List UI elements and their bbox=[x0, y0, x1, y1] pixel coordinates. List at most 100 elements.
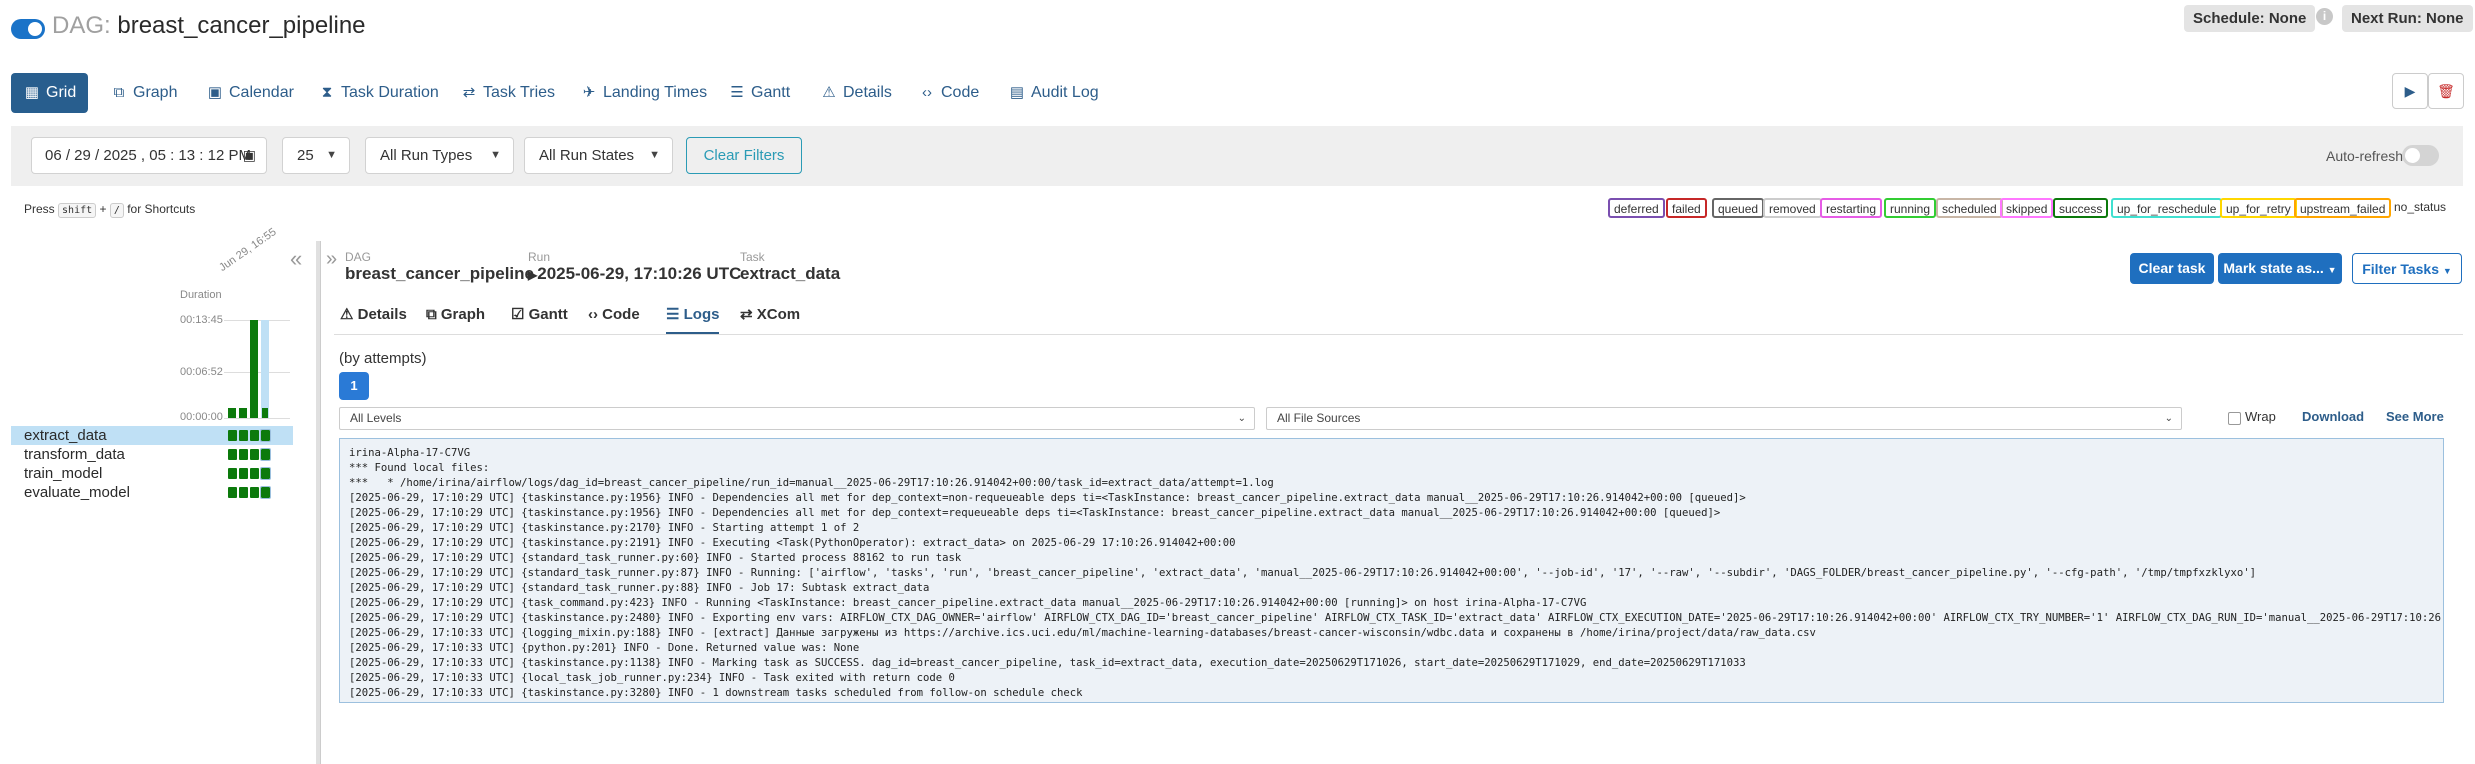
task-instance-cell[interactable] bbox=[260, 486, 271, 499]
legend-failed[interactable]: failed bbox=[1666, 198, 1707, 218]
task-tab-xcom[interactable]: ⇄ XCom bbox=[740, 302, 800, 332]
breadcrumb-task[interactable]: extract_data bbox=[740, 264, 840, 284]
tab-landing-times[interactable]: ✈ Landing Times bbox=[580, 73, 707, 113]
duration-bar[interactable] bbox=[228, 408, 236, 418]
task-instance-cell[interactable] bbox=[228, 468, 237, 479]
legend-running[interactable]: running bbox=[1884, 198, 1937, 218]
legend-queued[interactable]: queued bbox=[1712, 198, 1765, 218]
breadcrumb-dag[interactable]: breast_cancer_pipeline bbox=[345, 264, 534, 284]
task-tab-gantt[interactable]: ☑ Gantt bbox=[511, 302, 568, 332]
dag-pause-toggle[interactable] bbox=[11, 19, 45, 39]
legend-restarting[interactable]: restarting bbox=[1820, 198, 1883, 218]
task-instance-cell[interactable] bbox=[239, 468, 248, 479]
task-instance-cell[interactable] bbox=[228, 487, 237, 498]
tab-grid[interactable]: ▦ Grid bbox=[11, 73, 89, 113]
task-instance-cell[interactable] bbox=[260, 448, 271, 461]
duration-bar[interactable] bbox=[261, 320, 269, 418]
legend-removed[interactable]: removed bbox=[1763, 198, 1822, 218]
tab-task-duration[interactable]: ⧗ Task Duration bbox=[318, 73, 439, 113]
tab-calendar[interactable]: ▣ Calendar bbox=[206, 73, 294, 113]
log-source-select[interactable]: All File Sources ⌄ bbox=[1266, 407, 2182, 430]
grid-line bbox=[224, 418, 290, 419]
filter-tasks-button[interactable]: Filter Tasks ▼ bbox=[2352, 253, 2462, 284]
legend-up-for-reschedule[interactable]: up_for_reschedule bbox=[2111, 198, 2223, 218]
mark-state-button[interactable]: Mark state as... ▼ bbox=[2218, 253, 2342, 284]
expand-panel-icon[interactable]: » bbox=[326, 248, 337, 271]
auto-refresh-toggle[interactable] bbox=[2402, 145, 2439, 166]
legend-up-for-retry[interactable]: up_for_retry bbox=[2220, 198, 2297, 218]
mark-state-label: Mark state as... bbox=[2223, 260, 2324, 276]
tab-code[interactable]: ‹› Code bbox=[918, 73, 979, 113]
task-tab-graph[interactable]: ⧉ Graph bbox=[426, 302, 485, 332]
graph-icon: ⧉ bbox=[426, 306, 441, 323]
task-instance-cell[interactable] bbox=[239, 430, 248, 441]
log-line: [2025-06-29, 17:10:29 UTC] {task_command… bbox=[349, 597, 1587, 609]
task-instance-cell[interactable] bbox=[228, 430, 237, 441]
task-instance-cell[interactable] bbox=[228, 449, 237, 460]
task-instance-cell[interactable] bbox=[250, 449, 259, 460]
attempt-1-button[interactable]: 1 bbox=[339, 372, 369, 400]
info-icon[interactable]: i bbox=[2316, 8, 2333, 25]
collapse-details-icon[interactable]: « bbox=[290, 246, 302, 272]
retry-icon: ⇄ bbox=[462, 84, 476, 101]
legend-skipped[interactable]: skipped bbox=[2000, 198, 2054, 218]
log-level-select[interactable]: All Levels ⌄ bbox=[339, 407, 1255, 430]
task-instance-cell[interactable] bbox=[260, 467, 271, 480]
tab-label: Task Duration bbox=[341, 84, 439, 101]
run-types-select[interactable]: All Run Types ▼ bbox=[365, 137, 514, 174]
hourglass-icon: ⧗ bbox=[321, 84, 333, 101]
log-output[interactable]: irina-Alpha-17-C7VG *** Found local file… bbox=[339, 438, 2444, 703]
tab-details[interactable]: ⚠ Details bbox=[820, 73, 892, 113]
tab-graph[interactable]: ⧉ Graph bbox=[110, 73, 178, 113]
breadcrumb-run[interactable]: ▶2025-06-29, 17:10:26 UTC bbox=[528, 264, 741, 284]
task-instance-cell[interactable] bbox=[250, 487, 259, 498]
delete-dag-button[interactable]: 🗑 bbox=[2428, 73, 2464, 109]
log-line: [2025-06-29, 17:10:33 UTC] {python.py:20… bbox=[349, 642, 860, 654]
clear-filters-button[interactable]: Clear Filters bbox=[686, 137, 802, 174]
run-types-value: All Run Types bbox=[380, 147, 473, 164]
tab-audit-log[interactable]: ▤ Audit Log bbox=[1008, 73, 1099, 113]
download-link[interactable]: Download bbox=[2302, 409, 2364, 424]
schedule-badge: Schedule: None bbox=[2184, 5, 2316, 32]
task-tab-details[interactable]: ⚠ Details bbox=[340, 302, 407, 332]
num-runs-select[interactable]: 25 ▼ bbox=[282, 137, 350, 174]
num-runs-value: 25 bbox=[297, 147, 314, 164]
breadcrumb-task-label: Task bbox=[740, 250, 765, 264]
duration-bar[interactable] bbox=[239, 408, 247, 418]
task-tab-code[interactable]: ‹› Code bbox=[588, 302, 640, 332]
log-line: [2025-06-29, 17:10:29 UTC] {standard_tas… bbox=[349, 567, 2257, 579]
legend-success[interactable]: success bbox=[2053, 198, 2109, 218]
log-level-value: All Levels bbox=[350, 411, 402, 425]
shortcuts-press: Press bbox=[24, 202, 55, 216]
legend-upstream-failed[interactable]: upstream_failed bbox=[2294, 198, 2392, 218]
log-line: [2025-06-29, 17:10:33 UTC] {logging_mixi… bbox=[349, 627, 1816, 639]
see-more-link[interactable]: See More bbox=[2386, 409, 2444, 424]
log-line: [2025-06-29, 17:10:29 UTC] {standard_tas… bbox=[349, 582, 930, 594]
legend-scheduled[interactable]: scheduled bbox=[1936, 198, 2003, 218]
log-line: [2025-06-29, 17:10:29 UTC] {taskinstance… bbox=[349, 522, 860, 534]
shortcuts-plus: + bbox=[99, 202, 107, 216]
legend-deferred[interactable]: deferred bbox=[1608, 198, 1665, 218]
task-instance-cell[interactable] bbox=[250, 430, 259, 441]
trigger-dag-button[interactable]: ▶ bbox=[2392, 73, 2428, 109]
task-instance-cell[interactable] bbox=[239, 449, 248, 460]
run-states-select[interactable]: All Run States ▼ bbox=[524, 137, 673, 174]
wrap-checkbox[interactable] bbox=[2228, 412, 2241, 425]
clear-task-button[interactable]: Clear task bbox=[2130, 253, 2214, 284]
task-instance-cell[interactable] bbox=[239, 487, 248, 498]
tab-label: Gantt bbox=[528, 306, 568, 323]
task-tab-logs[interactable]: ☰ Logs bbox=[666, 302, 720, 334]
calendar-icon: ▣ bbox=[242, 147, 256, 163]
tab-task-tries[interactable]: ⇄ Task Tries bbox=[460, 73, 555, 113]
base-date-input[interactable]: 06 / 29 / 2025 , 05 : 13 : 12 PM ▣ bbox=[31, 137, 267, 174]
tab-gantt[interactable]: ☰ Gantt bbox=[728, 73, 790, 113]
tab-label: XCom bbox=[756, 306, 801, 323]
tab-label: Graph bbox=[440, 306, 486, 323]
log-source-value: All File Sources bbox=[1277, 411, 1361, 425]
task-instance-cell[interactable] bbox=[250, 468, 259, 479]
duration-bar[interactable] bbox=[250, 320, 258, 418]
task-instance-cell[interactable] bbox=[260, 429, 271, 442]
shortcuts-suffix: for Shortcuts bbox=[127, 202, 196, 216]
log-line: [2025-06-29, 17:10:29 UTC] {taskinstance… bbox=[349, 507, 1721, 519]
chevron-down-icon: ⌄ bbox=[1237, 413, 1246, 424]
